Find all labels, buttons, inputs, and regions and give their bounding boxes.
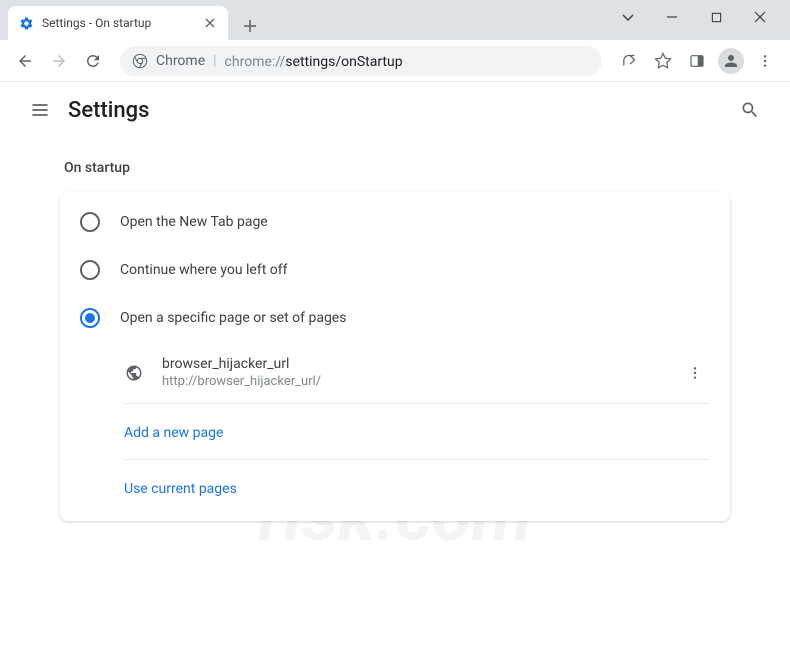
add-page-row: Add a new page	[124, 404, 710, 460]
window-controls	[600, 0, 790, 40]
section-title: On startup	[60, 160, 730, 176]
startup-card: Open the New Tab page Continue where you…	[60, 192, 730, 521]
sidepanel-icon[interactable]	[682, 46, 712, 76]
search-icon[interactable]	[730, 90, 770, 130]
close-button[interactable]	[746, 3, 774, 31]
share-icon[interactable]	[614, 46, 644, 76]
radio-icon	[80, 308, 100, 328]
window-titlebar: Settings - On startup	[0, 0, 790, 40]
back-button[interactable]	[10, 46, 40, 76]
use-current-row: Use current pages	[124, 460, 710, 515]
chevron-down-icon[interactable]	[614, 3, 642, 31]
reload-button[interactable]	[78, 46, 108, 76]
hamburger-menu-icon[interactable]	[20, 90, 60, 130]
forward-button[interactable]	[44, 46, 74, 76]
close-icon[interactable]	[202, 15, 218, 31]
radio-option-continue[interactable]: Continue where you left off	[60, 246, 730, 294]
address-bar[interactable]: Chrome | chrome://settings/onStartup	[120, 46, 602, 76]
profile-button[interactable]	[716, 46, 746, 76]
add-page-link[interactable]: Add a new page	[124, 425, 223, 441]
bookmark-icon[interactable]	[648, 46, 678, 76]
kebab-menu-icon[interactable]	[750, 46, 780, 76]
page-name: browser_hijacker_url	[162, 356, 680, 372]
use-current-link[interactable]: Use current pages	[124, 481, 237, 497]
new-tab-button[interactable]	[236, 12, 264, 40]
chrome-icon	[132, 53, 148, 69]
radio-option-specific[interactable]: Open a specific page or set of pages	[60, 294, 730, 342]
page-entry: browser_hijacker_url http://browser_hija…	[124, 342, 710, 404]
settings-content: On startup Open the New Tab page Continu…	[0, 138, 790, 521]
gear-icon	[18, 15, 34, 31]
browser-tab[interactable]: Settings - On startup	[8, 6, 228, 40]
pages-list: browser_hijacker_url http://browser_hija…	[60, 342, 730, 515]
page-kebab-menu[interactable]	[680, 358, 710, 388]
globe-icon	[124, 363, 144, 383]
page-title: Settings	[68, 98, 149, 123]
radio-icon	[80, 212, 100, 232]
radio-icon	[80, 260, 100, 280]
browser-toolbar: Chrome | chrome://settings/onStartup	[0, 40, 790, 82]
avatar	[718, 48, 744, 74]
settings-header: Settings	[0, 82, 790, 138]
page-url: http://browser_hijacker_url/	[162, 374, 680, 389]
maximize-button[interactable]	[702, 3, 730, 31]
radio-label: Open a specific page or set of pages	[120, 310, 346, 326]
radio-label: Open the New Tab page	[120, 214, 268, 230]
radio-option-newtab[interactable]: Open the New Tab page	[60, 198, 730, 246]
omnibox-scheme: Chrome	[156, 53, 205, 69]
tab-title: Settings - On startup	[42, 16, 202, 30]
minimize-button[interactable]	[658, 3, 686, 31]
radio-label: Continue where you left off	[120, 262, 288, 278]
